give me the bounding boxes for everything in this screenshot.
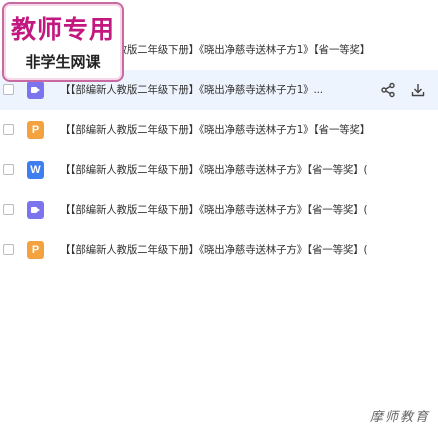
file-row-6[interactable]: P 【【部编新人教版二年级下册】《晓出净慈寺送林子方》【省一等奖】(	[0, 230, 438, 270]
ppt-file-icon: P	[27, 121, 44, 139]
file-row-4[interactable]: W 【【部编新人教版二年级下册】《晓出净慈寺送林子方》【省一等奖】(	[0, 150, 438, 190]
file-name[interactable]: 【【部编新人教版二年级下册】《晓出净慈寺送林子方》【省一等奖】(	[60, 190, 368, 230]
share-icon[interactable]	[380, 82, 396, 98]
video-file-icon	[27, 201, 44, 219]
file-row-5[interactable]: 【【部编新人教版二年级下册】《晓出净慈寺送林子方》【省一等奖】(	[0, 190, 438, 230]
row-checkbox[interactable]	[3, 244, 14, 255]
row-checkbox[interactable]	[3, 84, 14, 95]
word-file-icon: W	[27, 161, 44, 179]
download-icon[interactable]	[410, 82, 426, 98]
file-name[interactable]: 【【部编新人教版二年级下册】《晓出净慈寺送林子方1》【省一等奖】	[60, 110, 370, 150]
file-name[interactable]: 【【部编新人教版二年级下册】《晓出净慈寺送林子方》【省一等奖】(	[60, 230, 368, 270]
row-actions	[380, 82, 426, 98]
file-row-3[interactable]: P 【【部编新人教版二年级下册】《晓出净慈寺送林子方1》【省一等奖】	[0, 110, 438, 150]
ppt-file-icon: P	[27, 241, 44, 259]
video-file-icon	[27, 81, 44, 99]
watermark-line-1: 教师专用	[10, 15, 115, 44]
watermark-line-2: 非学生网课	[25, 53, 101, 71]
file-name[interactable]: 【【部编新人教版二年级下册】《晓出净慈寺送林子方》【省一等奖】(	[60, 150, 368, 190]
brand-watermark: 摩师教育	[369, 410, 430, 425]
row-checkbox[interactable]	[3, 124, 14, 135]
row-checkbox[interactable]	[3, 204, 14, 215]
teacher-only-watermark: 教师专用 非学生网课	[2, 2, 124, 82]
row-checkbox[interactable]	[3, 164, 14, 175]
